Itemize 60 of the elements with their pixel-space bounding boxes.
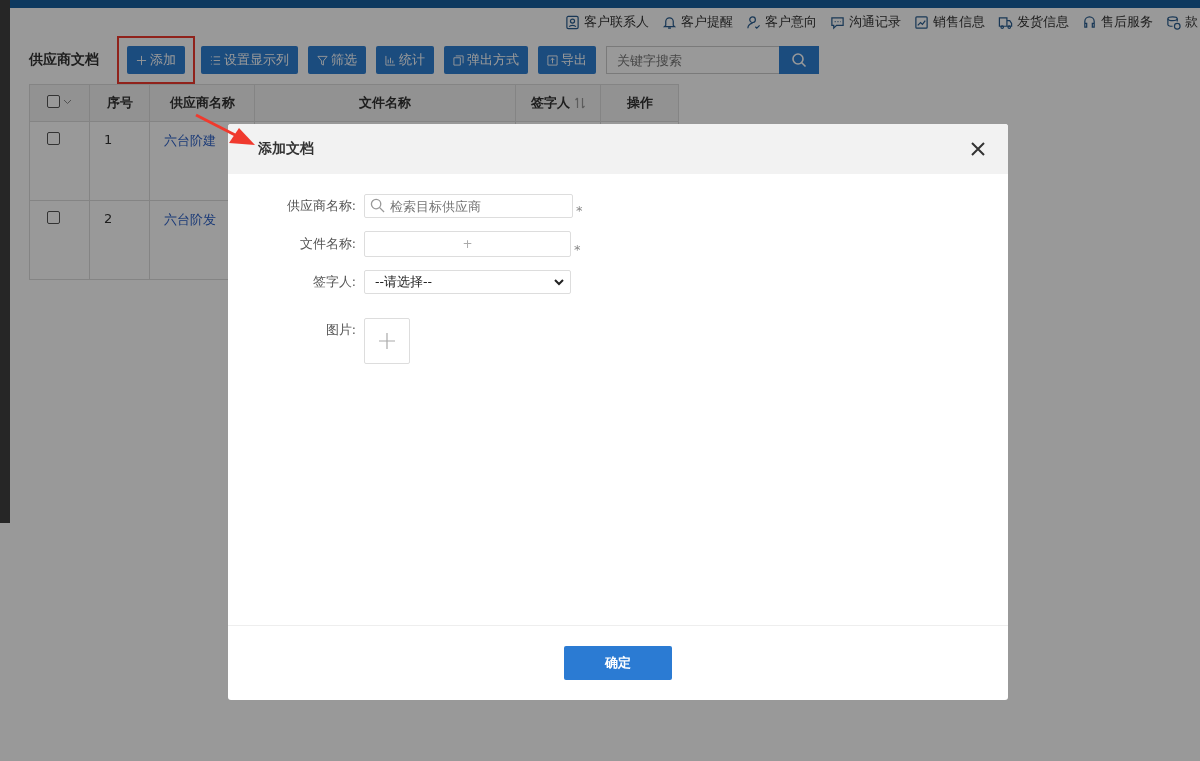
nav-link[interactable]: 发货信息 <box>998 13 1069 31</box>
nav-link[interactable]: 客户意向 <box>746 13 817 31</box>
bar-chart-icon <box>385 54 396 66</box>
table-cell: 1 <box>104 132 113 147</box>
confirm-button[interactable]: 确定 <box>564 646 672 680</box>
plus-icon <box>136 54 147 66</box>
column-header: 文件名称 <box>254 84 516 122</box>
person-icon <box>746 14 761 30</box>
chart-icon <box>914 14 929 30</box>
nav-link[interactable]: 沟通记录 <box>830 13 901 31</box>
filter-icon <box>317 54 328 66</box>
page-title: 供应商文档 <box>29 51 99 69</box>
export-button[interactable]: 导出 <box>538 46 596 74</box>
file-add-button[interactable]: + <box>364 231 571 257</box>
chat-icon <box>830 14 845 30</box>
caret-icon <box>63 98 72 105</box>
column-header: 签字人 <box>515 84 601 122</box>
dialog-title: 添加文档 <box>258 140 314 158</box>
filter-button[interactable]: 筛选 <box>308 46 366 74</box>
table-cell: 2 <box>104 211 113 226</box>
list-icon <box>210 54 221 66</box>
nav-link[interactable]: 售后服务 <box>1082 13 1153 31</box>
truck-icon <box>998 14 1013 30</box>
search-button[interactable] <box>779 46 819 74</box>
columns-button[interactable]: 设置显示列 <box>201 46 298 74</box>
search-field[interactable]: 关键字搜索 <box>606 46 779 74</box>
nav-link[interactable]: 客户联系人 <box>565 13 649 31</box>
required-mark: * <box>576 203 583 218</box>
field-label: 供应商名称: <box>285 197 356 215</box>
select-all-checkbox[interactable] <box>47 95 60 108</box>
nav-link[interactable]: 销售信息 <box>914 13 985 31</box>
add-button[interactable]: 添加 <box>127 46 185 74</box>
field-label: 图片: <box>324 321 356 339</box>
field-label: 文件名称: <box>298 235 356 253</box>
column-header: 操作 <box>600 84 679 122</box>
chevron-icon <box>554 278 564 286</box>
nav-link[interactable]: 客户提醒 <box>662 13 733 31</box>
column-header: 序号 <box>89 84 150 122</box>
popup-mode-button[interactable]: 弹出方式 <box>444 46 528 74</box>
coins-icon <box>1166 14 1181 30</box>
window-icon <box>453 54 464 66</box>
bell-icon <box>662 14 677 30</box>
headset-icon <box>1082 14 1097 30</box>
row-checkbox[interactable] <box>47 132 60 145</box>
nav-link[interactable]: 款 <box>1166 13 1198 31</box>
search-icon <box>791 52 807 68</box>
supplier-link[interactable]: 六台阶发 <box>164 212 216 227</box>
search-icon <box>370 198 385 213</box>
signer-select[interactable]: --请选择-- <box>364 270 571 294</box>
supplier-link[interactable]: 六台阶建 <box>164 133 216 148</box>
close-icon[interactable] <box>970 141 986 157</box>
supplier-search-field[interactable]: 检索目标供应商 <box>364 194 573 218</box>
person-card-icon <box>565 14 580 30</box>
field-label: 签字人: <box>311 273 356 291</box>
export-icon <box>547 54 558 66</box>
stats-button[interactable]: 统计 <box>376 46 434 74</box>
plus-icon <box>379 333 395 349</box>
column-header: 供应商名称 <box>149 84 255 122</box>
required-mark: * <box>574 242 581 257</box>
row-checkbox[interactable] <box>47 211 60 224</box>
